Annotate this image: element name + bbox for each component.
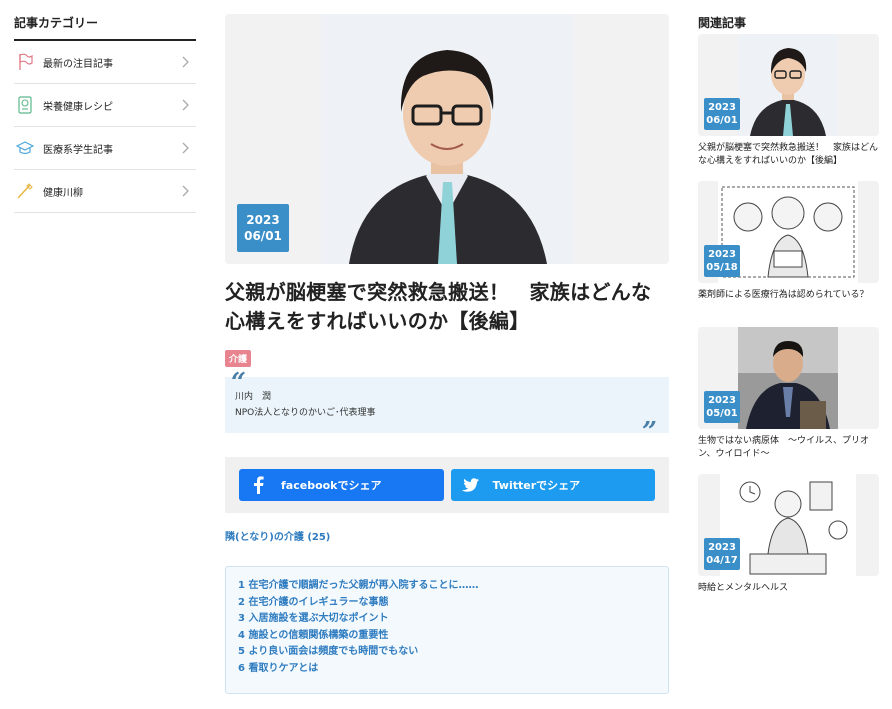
toc-item[interactable]: 1 在宅介護で順調だった父親が再入院することに…… [238,578,656,595]
category-tag[interactable]: 介護 [225,350,252,367]
sidebar-title: 記事カテゴリー [14,14,196,41]
related-title: 関連記事 [698,16,747,30]
facebook-share-label: facebookでシェア [281,479,382,492]
portrait-thumbnail [738,34,838,136]
category-sidebar: 記事カテゴリー 最新の注目記事 栄養健康レシピ 医療系学生記事 健康川柳 [14,14,196,213]
author-portrait [321,14,573,264]
related-card[interactable]: 2023 05/18 薬剤師による医療行為は認められている？ [698,181,879,302]
date-year: 2023 [708,395,736,406]
related-thumbnail: 2023 04/17 [698,474,879,576]
related-thumbnail: 2023 05/01 [698,327,879,429]
author-role: NPO法人となりのかいご･代表理事 [235,408,376,418]
author-name: 川内 潤 [235,392,272,402]
date-badge: 2023 05/18 [704,245,740,277]
twitter-share-button[interactable]: Twitterでシェア [450,469,655,501]
author-box: “ 川内 潤 NPO法人となりのかいご･代表理事 ” [225,368,669,447]
facebook-icon [249,476,267,494]
illustration-thumbnail [720,474,856,576]
flag-icon [16,53,34,71]
category-list: 最新の注目記事 栄養健康レシピ 医療系学生記事 健康川柳 [14,41,196,213]
date-monthday: 05/18 [706,262,738,273]
toc-item[interactable]: 4 施設との信頼関係構築の重要性 [238,628,656,645]
twitter-share-label: Twitterでシェア [492,479,581,492]
series-link[interactable]: 隣(となり)の介護 (25) [225,528,669,543]
twitter-bird-icon [461,476,479,494]
date-year: 2023 [708,542,736,553]
related-card[interactable]: 2023 06/01 父親が脳梗塞で突然救急搬送！ 家族はどんな心構えをすればい… [698,34,879,168]
quote-close-icon: ” [642,417,657,447]
related-card[interactable]: 2023 04/17 時給とメンタルヘルス [698,474,879,595]
date-monthday: 04/17 [706,555,738,566]
recipe-icon [16,96,34,114]
hero-image: 2023 06/01 [225,14,669,264]
related-card[interactable]: 2023 05/01 生物ではない病原体 ～ウイルス、プリオン、ウイロイド～ [698,327,879,461]
category-label: 健康川柳 [43,187,83,199]
date-badge: 2023 06/01 [704,98,740,130]
date-year: 2023 [708,102,736,113]
chevron-right-icon [182,56,189,68]
toc-item[interactable]: 3 入居施設を選ぶ大切なポイント [238,611,656,628]
toc-item[interactable]: 6 看取りケアとは [238,661,656,678]
toc-item[interactable]: 5 より良い面会は頻度でも時間でもない [238,644,656,661]
category-label: 医療系学生記事 [43,144,113,156]
toc-item[interactable]: 2 在宅介護のイレギュラーな事態 [238,595,656,612]
chevron-right-icon [182,185,189,197]
date-monthday: 05/01 [706,408,738,419]
related-title-text: 生物ではない病原体 ～ウイルス、プリオン、ウイロイド～ [698,436,870,459]
date-badge: 2023 04/17 [704,538,740,570]
date-badge: 2023 06/01 [237,204,289,252]
category-item-senryu[interactable]: 健康川柳 [14,170,196,213]
date-year: 2023 [708,249,736,260]
speaker-photo-thumbnail [738,327,838,429]
chevron-right-icon [182,99,189,111]
chevron-right-icon [182,142,189,154]
date-year: 2023 [246,213,280,227]
category-item-latest[interactable]: 最新の注目記事 [14,41,196,84]
date-monthday: 06/01 [244,229,282,243]
date-badge: 2023 05/01 [704,391,740,423]
brush-icon [16,182,34,200]
article-main: 2023 06/01 父親が脳梗塞で突然救急搬送！ 家族はどんな心構えをすればい… [225,14,669,694]
related-title-text: 時給とメンタルヘルス [698,583,789,593]
related-thumbnail: 2023 05/18 [698,181,879,283]
category-label: 栄養健康レシピ [43,101,113,113]
article-title: 父親が脳梗塞で突然救急搬送！ 家族はどんな心構えをすればいいのか【後編】 [225,280,652,333]
category-item-recipe[interactable]: 栄養健康レシピ [14,84,196,127]
category-label: 最新の注目記事 [43,58,113,70]
related-thumbnail: 2023 06/01 [698,34,879,136]
share-box: facebookでシェア Twitterでシェア [225,457,669,513]
category-item-students[interactable]: 医療系学生記事 [14,127,196,170]
quote-open-icon: “ [231,368,246,398]
related-title-text: 父親が脳梗塞で突然救急搬送！ 家族はどんな心構えをすればいいのか【後編】 [698,143,879,166]
facebook-share-button[interactable]: facebookでシェア [239,469,444,501]
table-of-contents: 1 在宅介護で順調だった父親が再入院することに…… 2 在宅介護のイレギュラーな… [225,566,669,694]
date-monthday: 06/01 [706,115,738,126]
graduation-cap-icon [16,139,34,157]
related-articles: 関連記事 2023 06/01 父親が脳梗塞で突然救急搬送！ 家族はどんな心構え… [698,14,880,593]
related-title-text: 薬剤師による医療行為は認められている？ [698,290,869,300]
